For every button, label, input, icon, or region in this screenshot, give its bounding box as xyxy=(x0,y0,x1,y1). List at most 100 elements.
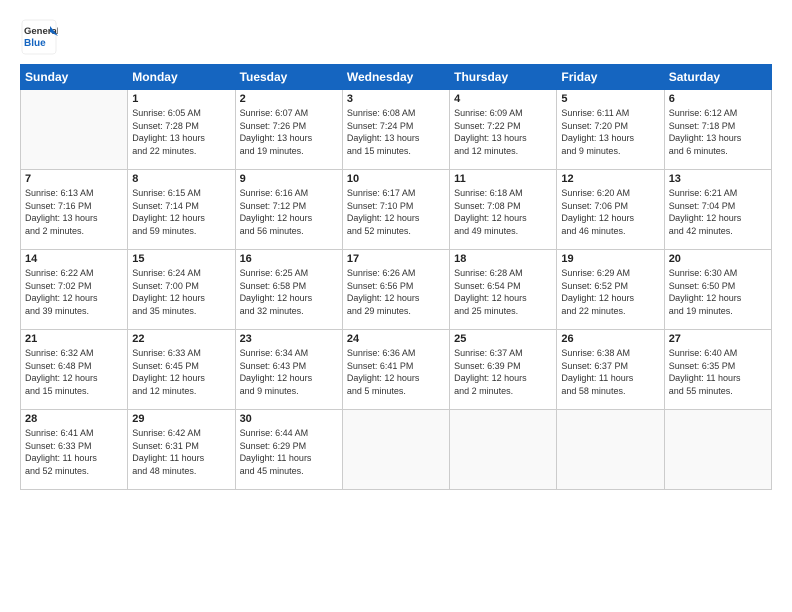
day-cell: 20 Sunrise: 6:30 AM Sunset: 6:50 PM Dayli… xyxy=(664,250,771,330)
day-number: 3 xyxy=(347,93,445,105)
day-cell xyxy=(557,410,664,490)
day-number: 16 xyxy=(240,253,338,265)
day-cell: 11Sunrise: 6:18 AM Sunset: 7:08 PM Dayli… xyxy=(450,170,557,250)
day-info: Sunrise: 6:34 AM Sunset: 6:43 PM Dayligh… xyxy=(240,347,338,397)
day-cell xyxy=(450,410,557,490)
day-cell: 28Sunrise: 6:41 AM Sunset: 6:33 PM Dayli… xyxy=(21,410,128,490)
week-row-5: 28Sunrise: 6:41 AM Sunset: 6:33 PM Dayli… xyxy=(21,410,772,490)
day-cell: 30 Sunrise: 6:44 AM Sunset: 6:29 PM Dayli… xyxy=(235,410,342,490)
day-number: 20 xyxy=(669,253,767,265)
weekday-thursday: Thursday xyxy=(450,65,557,90)
day-cell: 29 Sunrise: 6:42 AM Sunset: 6:31 PM Dayli… xyxy=(128,410,235,490)
day-info: Sunrise: 6:42 AM Sunset: 6:31 PM Dayligh… xyxy=(132,427,230,477)
day-number: 11 xyxy=(454,173,552,185)
day-cell: 5 Sunrise: 6:11 AM Sunset: 7:20 PM Daylig… xyxy=(557,90,664,170)
day-cell: 2 Sunrise: 6:07 AM Sunset: 7:26 PM Daylig… xyxy=(235,90,342,170)
day-cell: 13 Sunrise: 6:21 AM Sunset: 7:04 PM Dayli… xyxy=(664,170,771,250)
day-info: Sunrise: 6:05 AM Sunset: 7:28 PM Dayligh… xyxy=(132,107,230,157)
day-number: 19 xyxy=(561,253,659,265)
logo-svg: General Blue xyxy=(20,18,58,56)
day-info: Sunrise: 6:21 AM Sunset: 7:04 PM Dayligh… xyxy=(669,187,767,237)
day-cell: 1 Sunrise: 6:05 AM Sunset: 7:28 PM Daylig… xyxy=(128,90,235,170)
day-info: Sunrise: 6:36 AM Sunset: 6:41 PM Dayligh… xyxy=(347,347,445,397)
day-number: 10 xyxy=(347,173,445,185)
day-cell: 12 Sunrise: 6:20 AM Sunset: 7:06 PM Dayli… xyxy=(557,170,664,250)
day-number: 17 xyxy=(347,253,445,265)
weekday-monday: Monday xyxy=(128,65,235,90)
day-info: Sunrise: 6:37 AM Sunset: 6:39 PM Dayligh… xyxy=(454,347,552,397)
day-cell: 10 Sunrise: 6:17 AM Sunset: 7:10 PM Dayli… xyxy=(342,170,449,250)
day-info: Sunrise: 6:41 AM Sunset: 6:33 PM Dayligh… xyxy=(25,427,123,477)
day-cell: 3Sunrise: 6:08 AM Sunset: 7:24 PM Daylig… xyxy=(342,90,449,170)
day-number: 23 xyxy=(240,333,338,345)
day-number: 24 xyxy=(347,333,445,345)
day-number: 30 xyxy=(240,413,338,425)
day-info: Sunrise: 6:16 AM Sunset: 7:12 PM Dayligh… xyxy=(240,187,338,237)
day-cell xyxy=(21,90,128,170)
day-info: Sunrise: 6:30 AM Sunset: 6:50 PM Dayligh… xyxy=(669,267,767,317)
logo: General Blue xyxy=(20,18,58,56)
day-info: Sunrise: 6:24 AM Sunset: 7:00 PM Dayligh… xyxy=(132,267,230,317)
day-cell: 21Sunrise: 6:32 AM Sunset: 6:48 PM Dayli… xyxy=(21,330,128,410)
day-info: Sunrise: 6:13 AM Sunset: 7:16 PM Dayligh… xyxy=(25,187,123,237)
day-number: 4 xyxy=(454,93,552,105)
day-cell: 23 Sunrise: 6:34 AM Sunset: 6:43 PM Dayli… xyxy=(235,330,342,410)
weekday-wednesday: Wednesday xyxy=(342,65,449,90)
day-number: 18 xyxy=(454,253,552,265)
day-info: Sunrise: 6:40 AM Sunset: 6:35 PM Dayligh… xyxy=(669,347,767,397)
day-info: Sunrise: 6:26 AM Sunset: 6:56 PM Dayligh… xyxy=(347,267,445,317)
day-info: Sunrise: 6:17 AM Sunset: 7:10 PM Dayligh… xyxy=(347,187,445,237)
day-number: 14 xyxy=(25,253,123,265)
day-number: 13 xyxy=(669,173,767,185)
week-row-1: 1 Sunrise: 6:05 AM Sunset: 7:28 PM Daylig… xyxy=(21,90,772,170)
calendar-table: SundayMondayTuesdayWednesdayThursdayFrid… xyxy=(20,64,772,490)
day-number: 21 xyxy=(25,333,123,345)
day-cell: 6 Sunrise: 6:12 AM Sunset: 7:18 PM Daylig… xyxy=(664,90,771,170)
day-cell: 8 Sunrise: 6:15 AM Sunset: 7:14 PM Daylig… xyxy=(128,170,235,250)
day-number: 27 xyxy=(669,333,767,345)
day-cell: 18 Sunrise: 6:28 AM Sunset: 6:54 PM Dayli… xyxy=(450,250,557,330)
day-number: 15 xyxy=(132,253,230,265)
day-cell: 22 Sunrise: 6:33 AM Sunset: 6:45 PM Dayli… xyxy=(128,330,235,410)
day-number: 29 xyxy=(132,413,230,425)
day-info: Sunrise: 6:15 AM Sunset: 7:14 PM Dayligh… xyxy=(132,187,230,237)
day-number: 22 xyxy=(132,333,230,345)
day-number: 5 xyxy=(561,93,659,105)
week-row-2: 7 Sunrise: 6:13 AM Sunset: 7:16 PM Daylig… xyxy=(21,170,772,250)
day-cell: 4 Sunrise: 6:09 AM Sunset: 7:22 PM Daylig… xyxy=(450,90,557,170)
day-cell: 16Sunrise: 6:25 AM Sunset: 6:58 PM Dayli… xyxy=(235,250,342,330)
svg-text:Blue: Blue xyxy=(24,38,46,49)
weekday-friday: Friday xyxy=(557,65,664,90)
week-row-4: 21Sunrise: 6:32 AM Sunset: 6:48 PM Dayli… xyxy=(21,330,772,410)
day-cell: 26Sunrise: 6:38 AM Sunset: 6:37 PM Dayli… xyxy=(557,330,664,410)
day-cell: 27 Sunrise: 6:40 AM Sunset: 6:35 PM Dayli… xyxy=(664,330,771,410)
day-number: 12 xyxy=(561,173,659,185)
day-number: 25 xyxy=(454,333,552,345)
day-info: Sunrise: 6:12 AM Sunset: 7:18 PM Dayligh… xyxy=(669,107,767,157)
day-info: Sunrise: 6:11 AM Sunset: 7:20 PM Dayligh… xyxy=(561,107,659,157)
day-number: 7 xyxy=(25,173,123,185)
day-cell: 25 Sunrise: 6:37 AM Sunset: 6:39 PM Dayli… xyxy=(450,330,557,410)
week-row-3: 14 Sunrise: 6:22 AM Sunset: 7:02 PM Dayli… xyxy=(21,250,772,330)
day-cell: 17 Sunrise: 6:26 AM Sunset: 6:56 PM Dayli… xyxy=(342,250,449,330)
day-cell: 14 Sunrise: 6:22 AM Sunset: 7:02 PM Dayli… xyxy=(21,250,128,330)
day-info: Sunrise: 6:33 AM Sunset: 6:45 PM Dayligh… xyxy=(132,347,230,397)
day-number: 26 xyxy=(561,333,659,345)
day-info: Sunrise: 6:29 AM Sunset: 6:52 PM Dayligh… xyxy=(561,267,659,317)
weekday-tuesday: Tuesday xyxy=(235,65,342,90)
day-info: Sunrise: 6:09 AM Sunset: 7:22 PM Dayligh… xyxy=(454,107,552,157)
day-number: 1 xyxy=(132,93,230,105)
day-info: Sunrise: 6:20 AM Sunset: 7:06 PM Dayligh… xyxy=(561,187,659,237)
day-info: Sunrise: 6:07 AM Sunset: 7:26 PM Dayligh… xyxy=(240,107,338,157)
day-cell: 24 Sunrise: 6:36 AM Sunset: 6:41 PM Dayli… xyxy=(342,330,449,410)
day-number: 2 xyxy=(240,93,338,105)
day-info: Sunrise: 6:22 AM Sunset: 7:02 PM Dayligh… xyxy=(25,267,123,317)
day-number: 8 xyxy=(132,173,230,185)
day-cell xyxy=(664,410,771,490)
day-number: 6 xyxy=(669,93,767,105)
weekday-saturday: Saturday xyxy=(664,65,771,90)
day-info: Sunrise: 6:28 AM Sunset: 6:54 PM Dayligh… xyxy=(454,267,552,317)
day-info: Sunrise: 6:44 AM Sunset: 6:29 PM Dayligh… xyxy=(240,427,338,477)
day-cell: 19 Sunrise: 6:29 AM Sunset: 6:52 PM Dayli… xyxy=(557,250,664,330)
day-number: 9 xyxy=(240,173,338,185)
